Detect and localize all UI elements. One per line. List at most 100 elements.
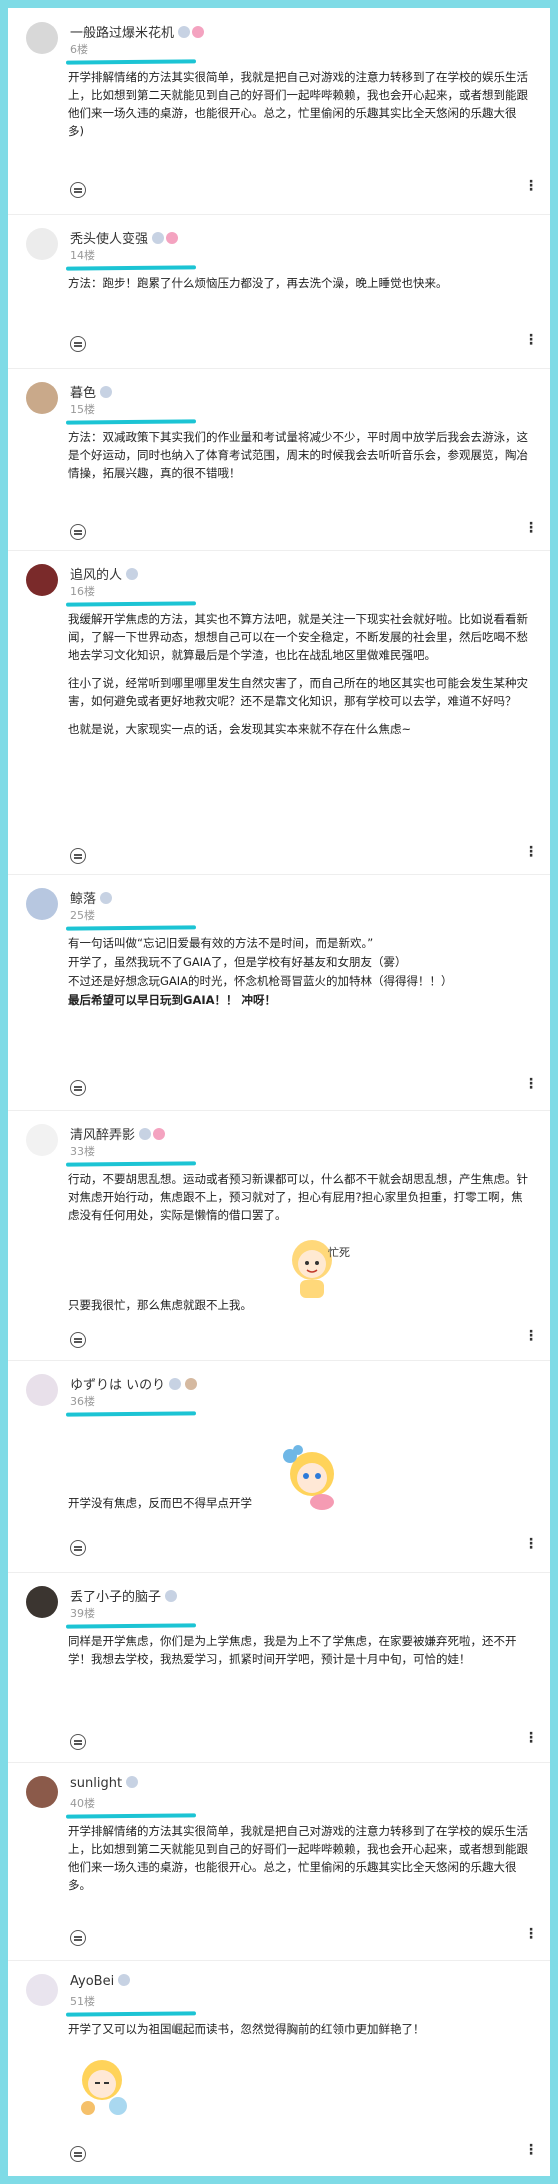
comment-icon[interactable] bbox=[70, 1332, 86, 1348]
more-icon[interactable]: ⋮ bbox=[524, 845, 538, 859]
level-badge-icon bbox=[100, 892, 113, 904]
post-text: 方法：双减政策下其实我们的作业量和考试量将减少不少，平时周中放学后我会去游泳，这… bbox=[68, 430, 528, 480]
vip-badge-icon bbox=[166, 232, 179, 244]
comment-icon[interactable] bbox=[70, 336, 86, 352]
more-icon[interactable]: ⋮ bbox=[524, 1077, 538, 1091]
level-badge-icon bbox=[100, 386, 113, 398]
comment-post: 一般路过爆米花机 6楼 开学排解情绪的方法其实很简单，我就是把自己对游戏的注意力… bbox=[8, 8, 550, 215]
redacted-mark bbox=[65, 1411, 197, 1417]
avatar[interactable] bbox=[26, 1776, 58, 1808]
comment-post: AyoBei 51楼 开学了又可以为祖国崛起而读书，忽然觉得胸前的红领巾更加鲜艳… bbox=[8, 1960, 550, 2176]
post-body: 有一句话叫做“忘记旧爱最有效的方法不是时间，而是新欢。” 开学了，虽然我玩不了G… bbox=[68, 934, 528, 1010]
avatar[interactable] bbox=[26, 1374, 58, 1406]
username[interactable]: 秃头使人变强 bbox=[70, 228, 179, 247]
username[interactable]: 丢了小子的脑子 bbox=[70, 1586, 178, 1605]
more-icon[interactable]: ⋮ bbox=[524, 1731, 538, 1745]
redacted-mark bbox=[65, 1161, 197, 1167]
more-icon[interactable]: ⋮ bbox=[524, 179, 538, 193]
post-body: 我缓解开学焦虑的方法，其实也不算方法吧，就是关注一下现实社会就好啦。比如说看看新… bbox=[68, 610, 528, 748]
comment-icon[interactable] bbox=[70, 1930, 86, 1946]
floor-number: 16楼 bbox=[70, 585, 95, 598]
floor-number: 40楼 bbox=[70, 1797, 95, 1810]
comment-icon[interactable] bbox=[70, 1540, 86, 1556]
username[interactable]: 暮色 bbox=[70, 382, 113, 401]
comment-post: ゆずりは いのり 36楼 开学没有焦虑，反而巴不得早点开学 ⋮ bbox=[8, 1360, 550, 1573]
post-body: 开学排解情绪的方法其实很简单，我就是把自己对游戏的注意力转移到了在学校的娱乐生活… bbox=[68, 68, 528, 150]
comment-post: 秃头使人变强 14楼 方法：跑步！跑累了什么烦恼压力都没了，再去洗个澡，晚上睡觉… bbox=[8, 214, 550, 369]
floor-number: 25楼 bbox=[70, 909, 95, 922]
post-text: 我缓解开学焦虑的方法，其实也不算方法吧，就是关注一下现实社会就好啦。比如说看看新… bbox=[68, 612, 528, 662]
comment-post: 追风的人 16楼 我缓解开学焦虑的方法，其实也不算方法吧，就是关注一下现实社会就… bbox=[8, 550, 550, 875]
floor-number: 33楼 bbox=[70, 1145, 95, 1158]
redacted-mark bbox=[65, 1623, 197, 1629]
comment-post: 暮色 15楼 方法：双减政策下其实我们的作业量和考试量将减少不少，平时周中放学后… bbox=[8, 368, 550, 551]
avatar[interactable] bbox=[26, 22, 58, 54]
comment-icon[interactable] bbox=[70, 182, 86, 198]
redacted-mark bbox=[65, 419, 197, 425]
post-body: 开学排解情绪的方法其实很简单，我就是把自己对游戏的注意力转移到了在学校的娱乐生活… bbox=[68, 1822, 528, 1904]
avatar[interactable] bbox=[26, 1974, 58, 2006]
redacted-mark bbox=[65, 2011, 197, 2017]
comment-post: 清风醉弄影 33楼 行动，不要胡思乱想。运动或者预习新课都可以，什么都不干就会胡… bbox=[8, 1110, 550, 1361]
post-text: 往小了说，经常听到哪里哪里发生自然灾害了，而自己所在的地区其实也可能会发生某种灾… bbox=[68, 676, 528, 708]
post-text: 同样是开学焦虑，你们是为上学焦虑，我是为上不了学焦虑，在家要被嫌弃死啦，还不开学… bbox=[68, 1634, 517, 1666]
post-text: 开学了，虽然我玩不了GAIA了，但是学校有好基友和女朋友（雾） bbox=[68, 955, 407, 969]
comment-icon[interactable] bbox=[70, 2146, 86, 2162]
post-text: 开学了又可以为祖国崛起而读书，忽然觉得胸前的红领巾更加鲜艳了！ bbox=[68, 2022, 425, 2036]
comment-icon[interactable] bbox=[70, 524, 86, 540]
post-text: 方法：跑步！跑累了什么烦恼压力都没了，再去洗个澡，晚上睡觉也快来。 bbox=[68, 276, 448, 290]
vip-badge-icon bbox=[192, 26, 205, 38]
post-text: 行动，不要胡思乱想。运动或者预习新课都可以，什么都不干就会胡思乱想，产生焦虑。针… bbox=[68, 1172, 528, 1222]
redacted-mark bbox=[65, 925, 197, 931]
username[interactable]: 清风醉弄影 bbox=[70, 1124, 166, 1143]
avatar[interactable] bbox=[26, 564, 58, 596]
sticker-image: 忙死 bbox=[292, 1240, 350, 1298]
post-body: 同样是开学焦虑，你们是为上学焦虑，我是为上不了学焦虑，在家要被嫌弃死啦，还不开学… bbox=[68, 1632, 528, 1678]
username[interactable]: 追风的人 bbox=[70, 564, 139, 583]
comment-icon[interactable] bbox=[70, 1734, 86, 1750]
redacted-mark bbox=[65, 59, 197, 65]
level-badge-icon bbox=[178, 26, 191, 38]
more-icon[interactable]: ⋮ bbox=[524, 333, 538, 347]
more-icon[interactable]: ⋮ bbox=[524, 1927, 538, 1941]
level-badge-icon bbox=[126, 568, 139, 580]
vip-badge-icon bbox=[153, 1128, 166, 1140]
floor-number: 36楼 bbox=[70, 1395, 95, 1408]
post-body-extra: 只要我很忙，那么焦虑就跟不上我。 bbox=[68, 1296, 528, 1314]
avatar[interactable] bbox=[26, 1124, 58, 1156]
more-icon[interactable]: ⋮ bbox=[524, 521, 538, 535]
post-text: 有一句话叫做“忘记旧爱最有效的方法不是时间，而是新欢。” bbox=[68, 936, 374, 950]
post-text: 开学排解情绪的方法其实很简单，我就是把自己对游戏的注意力转移到了在学校的娱乐生活… bbox=[68, 70, 528, 138]
level-badge-icon bbox=[169, 1378, 182, 1390]
redacted-mark bbox=[65, 601, 197, 607]
avatar[interactable] bbox=[26, 382, 58, 414]
avatar[interactable] bbox=[26, 888, 58, 920]
more-icon[interactable]: ⋮ bbox=[524, 1537, 538, 1551]
post-text-bold: 最后希望可以早日玩到GAIA！！ 冲呀！ bbox=[68, 993, 277, 1007]
floor-number: 51楼 bbox=[70, 1995, 95, 2008]
post-text: 开学没有焦虑，反而巴不得早点开学 bbox=[68, 1496, 252, 1510]
sticker-image bbox=[81, 2060, 127, 2115]
post-body: 方法：双减政策下其实我们的作业量和考试量将减少不少，平时周中放学后我会去游泳，这… bbox=[68, 428, 528, 492]
comment-icon[interactable] bbox=[70, 848, 86, 864]
level-badge-icon bbox=[152, 232, 165, 244]
level-badge-icon bbox=[165, 1590, 178, 1602]
more-icon[interactable]: ⋮ bbox=[524, 2143, 538, 2157]
username[interactable]: 一般路过爆米花机 bbox=[70, 22, 205, 41]
post-text: 也就是说，大家现实一点的话，会发现其实本来就不存在什么焦虑~ bbox=[68, 722, 412, 736]
username[interactable]: 鲸落 bbox=[70, 888, 113, 907]
pet-badge-icon bbox=[185, 1378, 198, 1390]
username[interactable]: sunlight bbox=[70, 1776, 139, 1791]
redacted-mark bbox=[65, 1813, 197, 1819]
avatar[interactable] bbox=[26, 228, 58, 260]
more-icon[interactable]: ⋮ bbox=[524, 1329, 538, 1343]
floor-number: 6楼 bbox=[70, 43, 88, 56]
username[interactable]: ゆずりは いのり bbox=[70, 1374, 198, 1393]
floor-number: 39楼 bbox=[70, 1607, 95, 1620]
floor-number: 15楼 bbox=[70, 403, 95, 416]
avatar[interactable] bbox=[26, 1586, 58, 1618]
comment-icon[interactable] bbox=[70, 1080, 86, 1096]
comment-feed: 一般路过爆米花机 6楼 开学排解情绪的方法其实很简单，我就是把自己对游戏的注意力… bbox=[8, 8, 550, 2176]
comment-post: sunlight 40楼 开学排解情绪的方法其实很简单，我就是把自己对游戏的注意… bbox=[8, 1762, 550, 1961]
username[interactable]: AyoBei bbox=[70, 1974, 131, 1989]
